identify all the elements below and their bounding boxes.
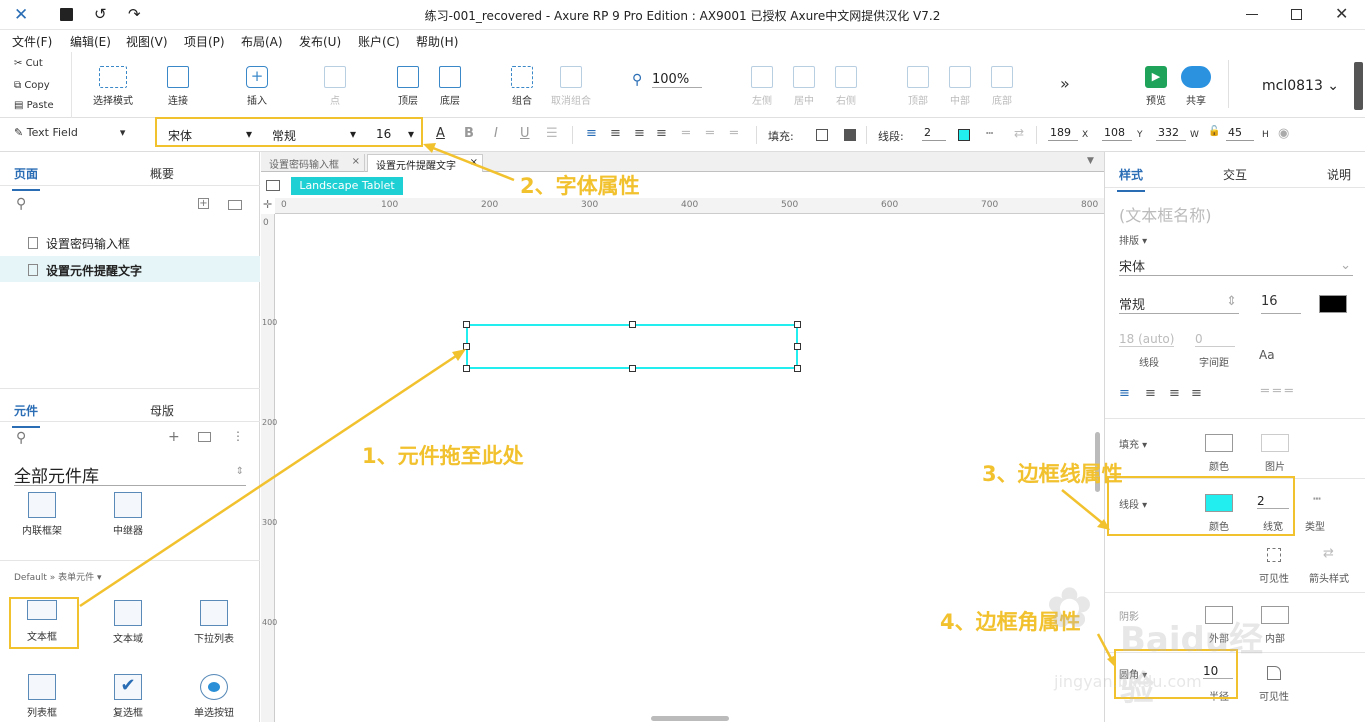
arrow-head [452,349,466,361]
annotation-1: 1、元件拖至此处 [362,444,524,468]
arrow-line [79,350,463,608]
baidu-paw-icon: ✿ [1046,576,1093,641]
annotation-2: 2、字体属性 [520,174,640,198]
baidu-watermark: ✿ Baidu经验 jingyan.baidu.com [1040,576,1270,709]
arrow-line [427,144,515,182]
watermark-url: jingyan.baidu.com [1054,672,1202,691]
annotation-3: 3、边框线属性 [982,462,1123,486]
arrow-line [1061,489,1107,527]
watermark-brand: Baidu经验 [1120,620,1264,709]
